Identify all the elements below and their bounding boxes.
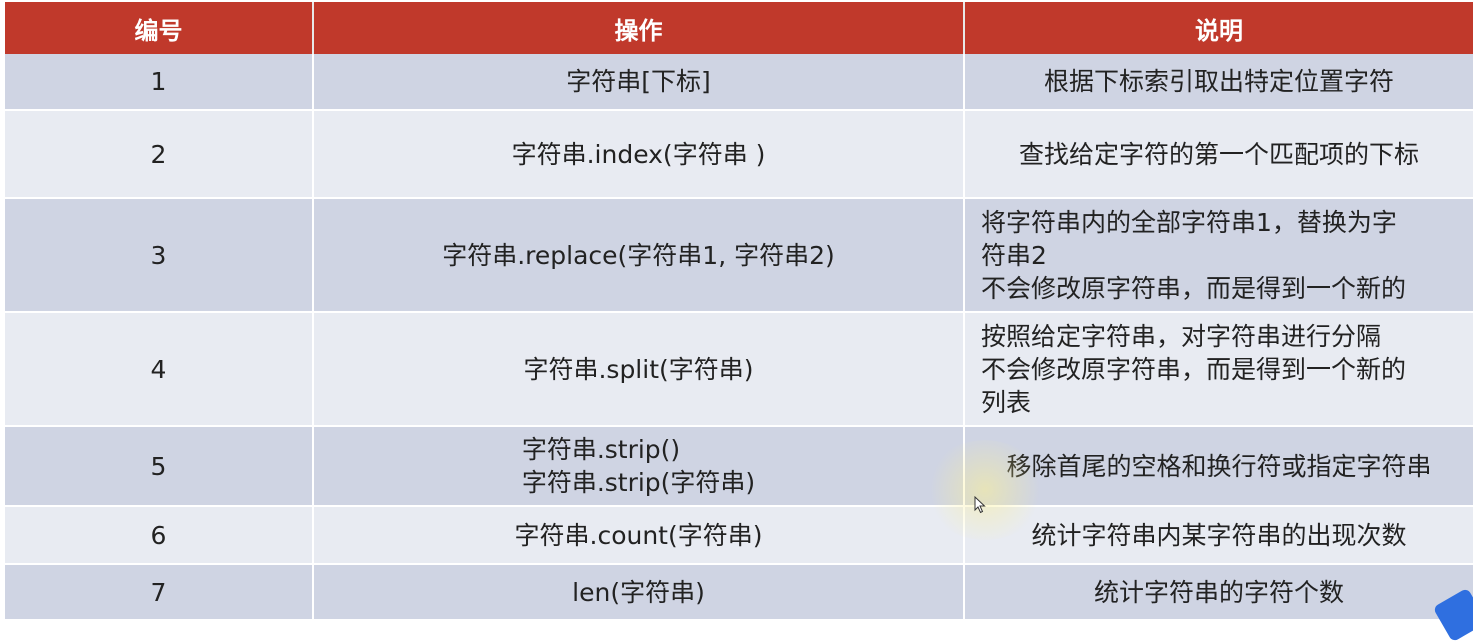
row-description: 根据下标索引取出特定位置字符 [964, 54, 1473, 111]
description-line: 将字符串内的全部字符串1，替换为字 [981, 207, 1397, 237]
string-operations-table: 编号 操作 说明 1 字符串[下标] 根据下标索引取出特定位置字符 2 字符串.… [5, 2, 1473, 621]
operation-lines: 字符串.strip() 字符串.strip(字符串) [522, 433, 755, 499]
description-line: 不会修改原字符串，而是得到一个新的 [981, 354, 1407, 384]
description-line: 符串2 [981, 240, 1047, 270]
header-operation: 操作 [313, 2, 965, 54]
table-row: 5 字符串.strip() 字符串.strip(字符串) 移除首尾的空格和换行符… [5, 426, 1473, 507]
row-description: 统计字符串的字符个数 [964, 564, 1473, 621]
row-operation: 字符串.strip() 字符串.strip(字符串) [313, 426, 965, 507]
row-operation: len(字符串) [313, 564, 965, 621]
table-row: 6 字符串.count(字符串) 统计字符串内某字符串的出现次数 [5, 506, 1473, 565]
description-line: 列表 [981, 387, 1032, 417]
table-header-row: 编号 操作 说明 [5, 2, 1473, 54]
row-operation: 字符串.split(字符串) [313, 312, 965, 427]
description-line: 不会修改原字符串，而是得到一个新的 [981, 273, 1407, 303]
row-description: 统计字符串内某字符串的出现次数 [964, 506, 1473, 565]
operation-line: 字符串.strip(字符串) [521, 468, 756, 497]
row-operation: 字符串[下标] [313, 54, 965, 111]
header-number: 编号 [5, 2, 314, 54]
row-number: 6 [5, 506, 314, 565]
table-row: 3 字符串.replace(字符串1, 字符串2) 将字符串内的全部字符串1，替… [5, 198, 1473, 313]
row-description: 将字符串内的全部字符串1，替换为字 符串2 不会修改原字符串，而是得到一个新的 [964, 198, 1473, 313]
table-row: 7 len(字符串) 统计字符串的字符个数 [5, 564, 1473, 621]
row-number: 3 [5, 198, 314, 313]
row-number: 1 [5, 54, 314, 111]
description-line: 按照给定字符串，对字符串进行分隔 [981, 321, 1382, 351]
row-operation: 字符串.replace(字符串1, 字符串2) [313, 198, 965, 313]
row-description: 移除首尾的空格和换行符或指定字符串 [964, 426, 1473, 507]
operations-table-wrapper: 编号 操作 说明 1 字符串[下标] 根据下标索引取出特定位置字符 2 字符串.… [5, 2, 1473, 621]
row-number: 2 [5, 110, 314, 199]
mouse-pointer-icon [974, 496, 986, 514]
row-operation: 字符串.count(字符串) [313, 506, 965, 565]
row-operation: 字符串.index(字符串 ) [313, 110, 965, 199]
row-number: 7 [5, 564, 314, 621]
table-row: 2 字符串.index(字符串 ) 查找给定字符的第一个匹配项的下标 [5, 110, 1473, 199]
row-description: 查找给定字符的第一个匹配项的下标 [964, 110, 1473, 199]
row-number: 4 [5, 312, 314, 427]
operation-line: 字符串.strip() [521, 435, 681, 464]
row-number: 5 [5, 426, 314, 507]
row-description: 按照给定字符串，对字符串进行分隔 不会修改原字符串，而是得到一个新的 列表 [964, 312, 1473, 427]
header-description: 说明 [964, 2, 1473, 54]
table-row: 1 字符串[下标] 根据下标索引取出特定位置字符 [5, 54, 1473, 111]
table-row: 4 字符串.split(字符串) 按照给定字符串，对字符串进行分隔 不会修改原字… [5, 312, 1473, 427]
